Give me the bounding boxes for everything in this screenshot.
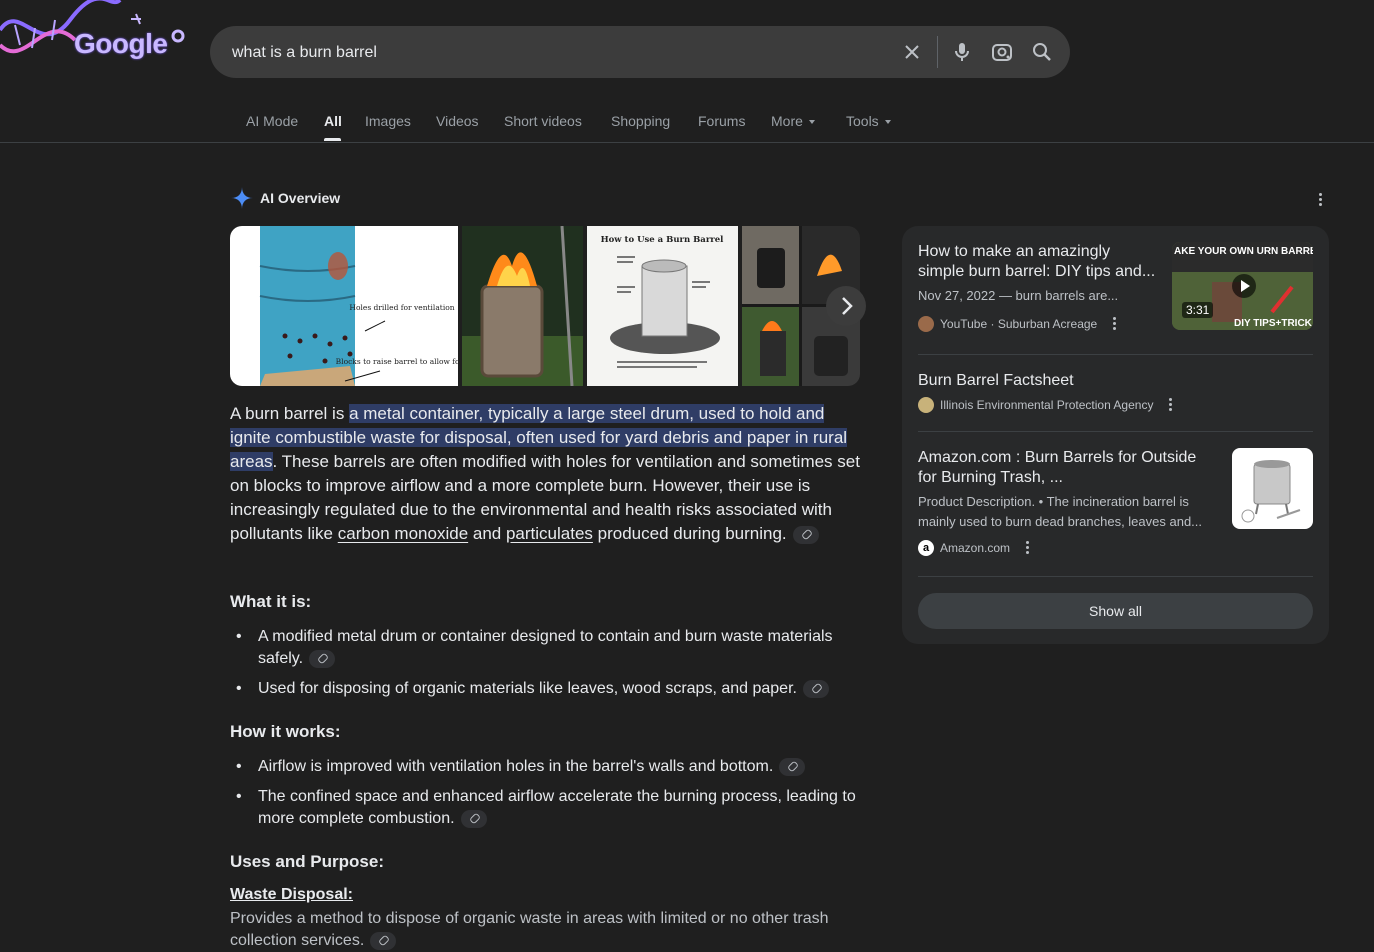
source-site-label: YouTube · Suburban Acreage bbox=[940, 317, 1098, 331]
waste-disposal-heading[interactable]: Waste Disposal: bbox=[230, 886, 353, 904]
header-divider bbox=[0, 142, 1374, 143]
uses-heading: Uses and Purpose: bbox=[230, 852, 384, 871]
source-card-illinois-epa[interactable]: Burn Barrel Factsheet Illinois Environme… bbox=[918, 371, 1313, 413]
source-card-youtube[interactable]: How to make an amazingly simple burn bar… bbox=[918, 242, 1158, 332]
tab-tools[interactable]: Tools bbox=[846, 113, 891, 129]
amazon-favicon-icon: a bbox=[918, 540, 934, 556]
more-options-icon[interactable] bbox=[1026, 540, 1030, 556]
source-site-label: Illinois Environmental Protection Agency bbox=[940, 398, 1154, 412]
search-divider bbox=[937, 36, 938, 68]
source-site-label: Amazon.com bbox=[940, 541, 1011, 555]
source-divider bbox=[918, 576, 1313, 577]
source-card-amazon[interactable]: Amazon.com : Burn Barrels for Outside fo… bbox=[918, 448, 1218, 556]
more-options-icon[interactable] bbox=[1113, 316, 1117, 332]
chevron-down-icon bbox=[808, 120, 815, 125]
source-divider bbox=[918, 354, 1313, 355]
source-site: Illinois Environmental Protection Agency bbox=[918, 397, 1313, 413]
youtube-channel-avatar-icon bbox=[918, 316, 934, 332]
more-options-icon[interactable] bbox=[1319, 193, 1323, 208]
source-link-icon[interactable] bbox=[460, 809, 487, 828]
diagram-label-blocks: Blocks to raise barrel to allow for air … bbox=[336, 357, 458, 366]
tab-more[interactable]: More bbox=[771, 113, 815, 129]
show-all-button[interactable]: Show all bbox=[918, 593, 1313, 629]
answer-text-3: and bbox=[468, 524, 506, 543]
google-doodle-logo[interactable]: Google bbox=[0, 0, 190, 70]
waste-disposal-text: Provides a method to dispose of organic … bbox=[230, 908, 860, 952]
sources-panel: How to make an amazingly simple burn bar… bbox=[902, 226, 1329, 644]
link-particulates[interactable]: particulates bbox=[506, 524, 593, 543]
source-link-icon[interactable] bbox=[792, 525, 819, 544]
list-item-text: A modified metal drum or container desig… bbox=[258, 628, 833, 667]
source-title[interactable]: Amazon.com : Burn Barrels for Outside fo… bbox=[918, 448, 1218, 488]
answer-text-1: A burn barrel is bbox=[230, 404, 350, 423]
what-it-is-heading: What it is: bbox=[230, 592, 312, 611]
ai-overview-images: Holes drilled for ventilation Blocks to … bbox=[230, 226, 860, 386]
tab-forums[interactable]: Forums bbox=[698, 113, 745, 129]
answer-text-4: produced during burning. bbox=[592, 524, 787, 543]
waste-disposal-text-body: Provides a method to dispose of organic … bbox=[230, 910, 829, 949]
next-image-button[interactable] bbox=[826, 286, 866, 326]
tab-all[interactable]: All bbox=[324, 113, 342, 129]
ai-overview-answer: A burn barrel is a metal container, typi… bbox=[230, 402, 860, 546]
source-title[interactable]: How to make an amazingly simple burn bar… bbox=[918, 242, 1158, 282]
more-options-icon[interactable] bbox=[1169, 397, 1173, 413]
tab-ai-mode[interactable]: AI Mode bbox=[246, 113, 298, 129]
search-icon[interactable] bbox=[1030, 40, 1054, 64]
thumb-caption-bottom: DIY TIPS+TRICK bbox=[1234, 318, 1313, 329]
image-title-text: How to Use a Burn Barrel bbox=[601, 235, 725, 245]
tab-videos[interactable]: Videos bbox=[436, 113, 479, 129]
source-link-icon[interactable] bbox=[802, 679, 829, 698]
gemini-sparkle-icon bbox=[231, 187, 253, 209]
product-thumbnail[interactable] bbox=[1232, 448, 1313, 529]
tab-shopping[interactable]: Shopping bbox=[611, 113, 670, 129]
what-it-is-list: A modified metal drum or container desig… bbox=[230, 626, 860, 708]
list-item: Used for disposing of organic materials … bbox=[230, 678, 860, 700]
tab-more-label: More bbox=[771, 113, 803, 129]
list-item-text: Airflow is improved with ventilation hol… bbox=[258, 758, 774, 775]
illinois-epa-favicon-icon bbox=[918, 397, 934, 413]
video-duration: 3:31 bbox=[1182, 302, 1214, 318]
source-link-icon[interactable] bbox=[370, 931, 397, 950]
chevron-down-icon bbox=[884, 120, 891, 125]
google-lens-icon[interactable] bbox=[990, 40, 1014, 64]
tab-images[interactable]: Images bbox=[365, 113, 411, 129]
source-title[interactable]: Burn Barrel Factsheet bbox=[918, 371, 1313, 391]
diagram-label-holes: Holes drilled for ventilation bbox=[349, 303, 454, 312]
burn-barrel-diagram-image[interactable]: Holes drilled for ventilation Blocks to … bbox=[230, 226, 495, 386]
list-item-text: The confined space and enhanced airflow … bbox=[258, 788, 856, 827]
logo-text: Google bbox=[74, 28, 168, 59]
list-item: A modified metal drum or container desig… bbox=[230, 626, 860, 670]
source-site: a Amazon.com bbox=[918, 540, 1218, 556]
source-link-icon[interactable] bbox=[309, 649, 336, 668]
search-input[interactable] bbox=[230, 40, 884, 66]
list-item-text: Used for disposing of organic materials … bbox=[258, 680, 797, 697]
tab-tools-label: Tools bbox=[846, 113, 879, 129]
ai-overview-title: AI Overview bbox=[260, 190, 341, 206]
list-item: The confined space and enhanced airflow … bbox=[230, 786, 860, 830]
source-meta: Product Description. • The incineration … bbox=[918, 494, 1203, 529]
microphone-icon[interactable] bbox=[950, 40, 974, 64]
search-bar bbox=[210, 26, 1070, 78]
source-site: YouTube · Suburban Acreage bbox=[918, 316, 1158, 332]
video-thumbnail[interactable]: AKE YOUR OWN URN BARREL DIY TIPS+TRICK 3… bbox=[1172, 242, 1313, 330]
link-carbon-monoxide[interactable]: carbon monoxide bbox=[338, 524, 468, 543]
active-tab-indicator bbox=[324, 138, 341, 141]
source-link-icon[interactable] bbox=[779, 757, 806, 776]
how-to-use-burn-barrel-image[interactable]: How to Use a Burn Barrel bbox=[587, 226, 738, 386]
play-icon[interactable] bbox=[1232, 274, 1256, 298]
how-it-works-list: Airflow is improved with ventilation hol… bbox=[230, 756, 860, 838]
source-divider bbox=[918, 431, 1313, 432]
how-it-works-heading: How it works: bbox=[230, 722, 341, 741]
thumb-caption-top: AKE YOUR OWN URN BARREL bbox=[1174, 246, 1313, 257]
tab-short-videos[interactable]: Short videos bbox=[504, 113, 582, 129]
chevron-right-icon bbox=[842, 297, 853, 315]
clear-icon[interactable] bbox=[900, 40, 924, 64]
burning-barrel-photo[interactable] bbox=[462, 226, 583, 386]
list-item: Airflow is improved with ventilation hol… bbox=[230, 756, 860, 778]
source-meta: Nov 27, 2022 — burn barrels are... bbox=[918, 288, 1119, 303]
